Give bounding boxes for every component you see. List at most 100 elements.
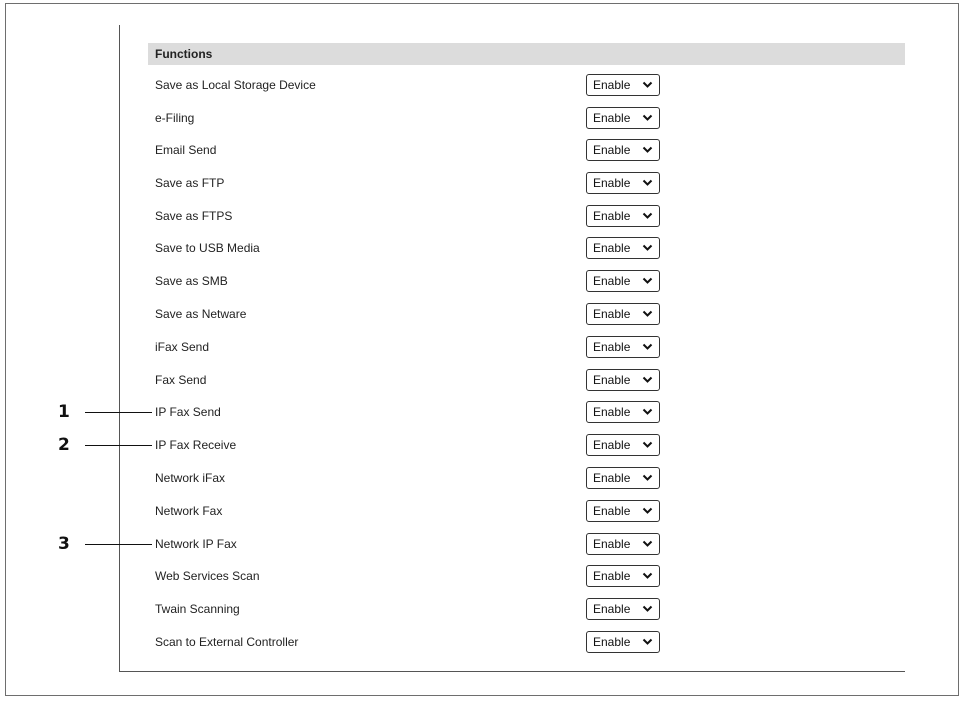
function-label: IP Fax Send xyxy=(155,405,221,419)
function-label: Scan to External Controller xyxy=(155,635,299,649)
function-label: Fax Send xyxy=(155,373,207,387)
function-label: iFax Send xyxy=(155,340,210,354)
section-header-functions: Functions xyxy=(148,43,905,65)
function-row: Scan to External Controller Enable xyxy=(155,631,665,653)
select-value: Enable xyxy=(593,405,631,419)
function-label: e-Filing xyxy=(155,111,195,125)
function-label: Network iFax xyxy=(155,471,226,485)
select-value: Enable xyxy=(593,438,631,452)
function-enable-select[interactable]: Enable xyxy=(586,565,660,587)
function-row: Network IP Fax Enable xyxy=(155,533,665,555)
chevron-down-icon xyxy=(642,146,653,153)
select-value: Enable xyxy=(593,569,631,583)
chevron-down-icon xyxy=(642,277,653,284)
function-enable-select[interactable]: Enable xyxy=(586,139,660,161)
select-value: Enable xyxy=(593,471,631,485)
chevron-down-icon xyxy=(642,310,653,317)
function-label: Save as Local Storage Device xyxy=(155,78,316,92)
function-label: Save as FTPS xyxy=(155,209,233,223)
function-enable-select[interactable]: Enable xyxy=(586,401,660,423)
function-enable-select[interactable]: Enable xyxy=(586,500,660,522)
function-row: e-Filing Enable xyxy=(155,107,665,129)
chevron-down-icon xyxy=(642,343,653,350)
function-label: Save as FTP xyxy=(155,176,225,190)
function-row: Fax Send Enable xyxy=(155,369,665,391)
callout-marker: 2 xyxy=(58,434,153,456)
select-value: Enable xyxy=(593,78,631,92)
function-row: Save as FTPS Enable xyxy=(155,205,665,227)
chevron-down-icon xyxy=(642,376,653,383)
function-label: IP Fax Receive xyxy=(155,438,237,452)
function-row: Save to USB Media Enable xyxy=(155,237,665,259)
function-label: Network Fax xyxy=(155,504,223,518)
select-value: Enable xyxy=(593,241,631,255)
chevron-down-icon xyxy=(642,179,653,186)
chevron-down-icon xyxy=(642,408,653,415)
function-label: Twain Scanning xyxy=(155,602,240,616)
chevron-down-icon xyxy=(642,81,653,88)
function-label: Save to USB Media xyxy=(155,241,260,255)
callout-number: 2 xyxy=(58,435,70,455)
function-label: Save as SMB xyxy=(155,274,228,288)
function-row: Network Fax Enable xyxy=(155,500,665,522)
function-enable-select[interactable]: Enable xyxy=(586,336,660,358)
callout-number: 1 xyxy=(58,402,70,422)
chevron-down-icon xyxy=(642,212,653,219)
function-enable-select[interactable]: Enable xyxy=(586,303,660,325)
select-value: Enable xyxy=(593,209,631,223)
callout-marker: 1 xyxy=(58,401,153,423)
callout-leader-line xyxy=(85,412,152,413)
function-row: Web Services Scan Enable xyxy=(155,565,665,587)
callout-leader-line xyxy=(85,445,152,446)
chevron-down-icon xyxy=(642,572,653,579)
callout-leader-line xyxy=(85,544,152,545)
chevron-down-icon xyxy=(642,605,653,612)
select-value: Enable xyxy=(593,635,631,649)
function-enable-select[interactable]: Enable xyxy=(586,631,660,653)
function-enable-select[interactable]: Enable xyxy=(586,205,660,227)
function-label: Save as Netware xyxy=(155,307,247,321)
function-enable-select[interactable]: Enable xyxy=(586,270,660,292)
select-value: Enable xyxy=(593,176,631,190)
function-enable-select[interactable]: Enable xyxy=(586,598,660,620)
function-enable-select[interactable]: Enable xyxy=(586,434,660,456)
function-row: Email Send Enable xyxy=(155,139,665,161)
function-row: Save as SMB Enable xyxy=(155,270,665,292)
select-value: Enable xyxy=(593,537,631,551)
chevron-down-icon xyxy=(642,474,653,481)
select-value: Enable xyxy=(593,307,631,321)
chevron-down-icon xyxy=(642,638,653,645)
function-row: Twain Scanning Enable xyxy=(155,598,665,620)
function-enable-select[interactable]: Enable xyxy=(586,369,660,391)
function-row: Save as Local Storage Device Enable xyxy=(155,74,665,96)
function-label: Web Services Scan xyxy=(155,569,260,583)
function-enable-select[interactable]: Enable xyxy=(586,467,660,489)
chevron-down-icon xyxy=(642,441,653,448)
function-label: Email Send xyxy=(155,143,217,157)
select-value: Enable xyxy=(593,274,631,288)
chevron-down-icon xyxy=(642,507,653,514)
select-value: Enable xyxy=(593,504,631,518)
function-row: iFax Send Enable xyxy=(155,336,665,358)
chevron-down-icon xyxy=(642,244,653,251)
function-row: IP Fax Receive Enable xyxy=(155,434,665,456)
function-row: Save as FTP Enable xyxy=(155,172,665,194)
select-value: Enable xyxy=(593,602,631,616)
function-row: IP Fax Send Enable xyxy=(155,401,665,423)
chevron-down-icon xyxy=(642,540,653,547)
callout-number: 3 xyxy=(58,534,70,554)
function-row: Network iFax Enable xyxy=(155,467,665,489)
function-enable-select[interactable]: Enable xyxy=(586,107,660,129)
function-enable-select[interactable]: Enable xyxy=(586,172,660,194)
function-enable-select[interactable]: Enable xyxy=(586,74,660,96)
function-row: Save as Netware Enable xyxy=(155,303,665,325)
callout-marker: 3 xyxy=(58,533,153,555)
select-value: Enable xyxy=(593,143,631,157)
chevron-down-icon xyxy=(642,114,653,121)
function-enable-select[interactable]: Enable xyxy=(586,533,660,555)
select-value: Enable xyxy=(593,373,631,387)
function-label: Network IP Fax xyxy=(155,537,237,551)
function-enable-select[interactable]: Enable xyxy=(586,237,660,259)
select-value: Enable xyxy=(593,340,631,354)
select-value: Enable xyxy=(593,111,631,125)
